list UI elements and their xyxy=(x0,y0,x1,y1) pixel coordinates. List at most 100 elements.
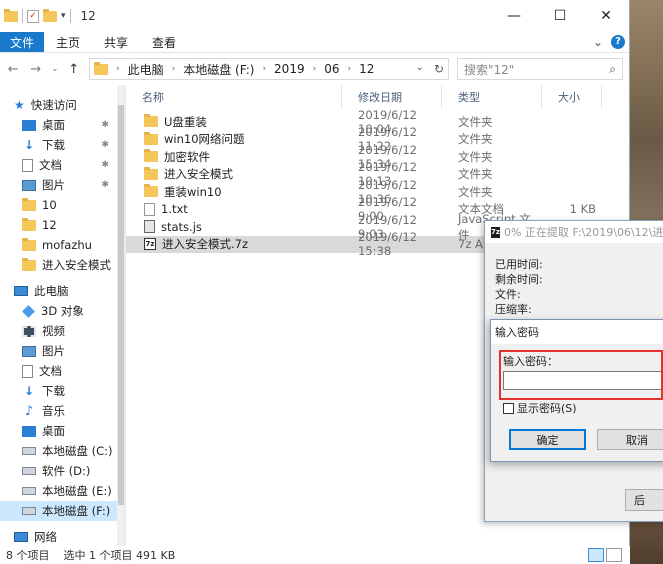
sidebar-scrollbar[interactable] xyxy=(117,85,125,546)
ok-button[interactable]: 确定 xyxy=(509,429,586,450)
sidebar-item-download[interactable]: ↓ 下载 ✱ xyxy=(0,135,125,155)
properties-icon[interactable]: ✓ xyxy=(27,9,39,23)
chevron-right-icon: › xyxy=(312,64,317,74)
expand-ribbon-icon[interactable]: ⌄ xyxy=(593,35,603,49)
breadcrumb-06[interactable]: 06 xyxy=(324,62,339,76)
folder-icon xyxy=(144,166,158,180)
sidebar-item-documents[interactable]: 文档 ✱ xyxy=(0,155,125,175)
sidebar-item-label: 图片 xyxy=(42,178,65,192)
sidebar-item-drive-d[interactable]: 软件 (D:) xyxy=(0,461,125,481)
maximize-button[interactable]: ☐ xyxy=(537,0,583,32)
sidebar-item-this-pc[interactable]: 此电脑 xyxy=(0,281,125,301)
download-icon: ↓ xyxy=(23,138,35,152)
breadcrumb-2019[interactable]: 2019 xyxy=(274,62,305,76)
up-button[interactable]: ↑ xyxy=(67,62,81,77)
sidebar-item-network[interactable]: 网络 xyxy=(0,527,125,547)
column-size[interactable]: 大小 xyxy=(542,85,602,109)
window-controls: — ☐ ✕ xyxy=(491,0,629,32)
background-button[interactable]: 后 xyxy=(625,489,663,511)
file-name: U盘重装 xyxy=(164,114,207,129)
back-button[interactable]: ← xyxy=(6,62,20,77)
video-icon xyxy=(22,325,36,337)
tab-share[interactable]: 共享 xyxy=(92,32,140,52)
folder-icon xyxy=(22,237,36,251)
file-type: 文件夹 xyxy=(458,167,493,182)
view-buttons xyxy=(588,548,622,562)
sidebar-item-pc-desktop[interactable]: 桌面 xyxy=(0,421,125,441)
sidebar-item-pictures[interactable]: 图片 ✱ xyxy=(0,175,125,195)
sidebar-item-drive-f[interactable]: 本地磁盘 (F:) xyxy=(0,501,125,521)
breadcrumb-12[interactable]: 12 xyxy=(359,62,374,76)
progress-labels: 已用时间: 剩余时间: 文件: 压缩率: xyxy=(485,243,663,317)
checkbox-icon[interactable] xyxy=(503,402,514,414)
7z-file-icon: 7z xyxy=(144,238,156,251)
column-name[interactable]: 名称 xyxy=(126,85,342,109)
details-view-icon[interactable] xyxy=(588,548,604,562)
sidebar-item-label: 下载 xyxy=(42,138,65,152)
sidebar-item-desktop[interactable]: 桌面 ✱ xyxy=(0,115,125,135)
search-icon[interactable]: ⌕ xyxy=(609,62,616,77)
sidebar-item-video[interactable]: 视频 xyxy=(0,321,125,341)
sidebar-item-folder-10[interactable]: 10 xyxy=(0,195,125,215)
sidebar-item-music[interactable]: ♪ 音乐 xyxy=(0,401,125,421)
item-count: 8 个项目 xyxy=(6,549,50,562)
ribbon-right: ⌄ ? xyxy=(593,35,625,49)
sidebar-item-drive-c[interactable]: 本地磁盘 (C:) xyxy=(0,441,125,461)
folder-icon xyxy=(22,257,36,271)
breadcrumb-this-pc[interactable]: 此电脑 xyxy=(128,61,164,78)
chevron-right-icon: › xyxy=(116,64,120,74)
file-label: 文件: xyxy=(495,288,521,301)
show-password-label: 显示密码(S) xyxy=(517,402,577,415)
search-input[interactable]: 搜索"12" ⌕ xyxy=(457,58,623,80)
chevron-down-icon[interactable]: ⌄ xyxy=(416,62,424,76)
close-button[interactable]: ✕ xyxy=(583,0,629,32)
refresh-icon[interactable]: ↻ xyxy=(434,62,444,76)
address-actions: ⌄ ↻ xyxy=(416,62,444,76)
cancel-button[interactable]: 取消 xyxy=(597,429,663,450)
sidebar-item-folder-12[interactable]: 12 xyxy=(0,215,125,235)
dialog-title: 0% 正在提取 F:\2019\06\12\进入安全模式.7z xyxy=(503,226,663,239)
file-name: 加密软件 xyxy=(164,149,210,164)
sidebar-item-3d-objects[interactable]: 3D 对象 xyxy=(0,301,125,321)
tab-file[interactable]: 文件 xyxy=(0,32,45,52)
sidebar-item-label: 快速访问 xyxy=(30,98,77,112)
minimize-button[interactable]: — xyxy=(491,0,537,32)
tab-home[interactable]: 主页 xyxy=(44,32,92,52)
sidebar-item-pc-pictures[interactable]: 图片 xyxy=(0,341,125,361)
sidebar-item-label: 音乐 xyxy=(42,404,65,418)
sidebar-item-drive-e[interactable]: 本地磁盘 (E:) xyxy=(0,481,125,501)
desktop-icon xyxy=(22,425,36,437)
password-dialog: 输入密码 输入密码： 显示密码(S) 确定 取消 xyxy=(490,319,663,462)
sidebar-item-label: mofazhu xyxy=(42,238,92,252)
sidebar-item-pc-download[interactable]: ↓ 下载 xyxy=(0,381,125,401)
large-icons-view-icon[interactable] xyxy=(606,548,622,562)
picture-icon xyxy=(22,179,36,191)
file-name: win10网络问题 xyxy=(164,132,245,147)
sidebar-item-label: 进入安全模式 xyxy=(42,258,111,272)
new-folder-icon[interactable] xyxy=(43,8,57,22)
sidebar-item-quick-access[interactable]: ★ 快速访问 xyxy=(0,95,125,115)
desktop-icon xyxy=(22,119,36,131)
show-password-checkbox[interactable]: 显示密码(S) xyxy=(503,400,577,416)
recent-locations-button[interactable]: ⌄ xyxy=(51,64,59,74)
title-bar: ✓ ▾ 12 — ☐ ✕ xyxy=(0,0,629,32)
document-icon xyxy=(22,364,33,378)
picture-icon xyxy=(22,345,36,357)
tab-view[interactable]: 查看 xyxy=(140,32,188,52)
address-bar[interactable]: › 此电脑 › 本地磁盘 (F:) › 2019 › 06 › 12 ⌄ ↻ xyxy=(89,58,449,80)
forward-button[interactable]: → xyxy=(28,62,42,77)
column-date[interactable]: 修改日期 xyxy=(342,85,442,109)
sidebar-item-label: 此电脑 xyxy=(34,284,69,298)
sidebar-item-mofazhu[interactable]: mofazhu xyxy=(0,235,125,255)
customize-qa-icon[interactable]: ▾ xyxy=(61,11,66,21)
sidebar-item-label: 文档 xyxy=(39,364,62,378)
text-file-icon xyxy=(144,202,155,216)
scrollbar-thumb[interactable] xyxy=(118,105,124,505)
help-icon[interactable]: ? xyxy=(611,35,625,49)
sidebar-item-safe-mode[interactable]: 进入安全模式 xyxy=(0,255,125,275)
column-type[interactable]: 类型 xyxy=(442,85,542,109)
pin-icon: ✱ xyxy=(101,180,109,190)
sidebar-item-pc-documents[interactable]: 文档 xyxy=(0,361,125,381)
folder-icon xyxy=(94,61,108,75)
breadcrumb-drive-f[interactable]: 本地磁盘 (F:) xyxy=(183,61,254,78)
